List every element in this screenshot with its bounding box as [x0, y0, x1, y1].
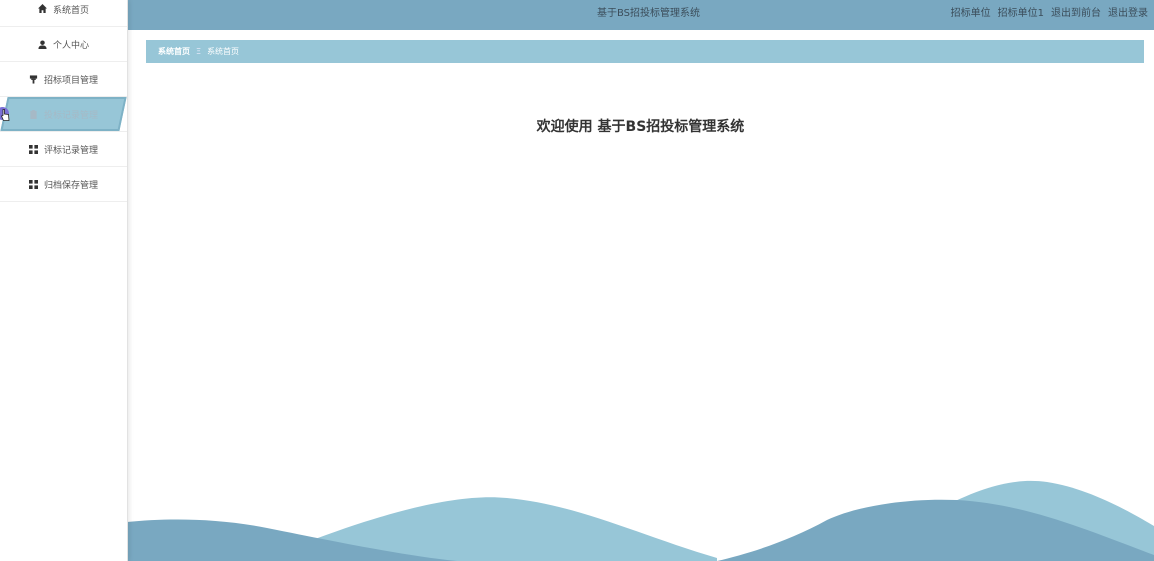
- breadcrumb-separator: Ξ: [196, 47, 202, 56]
- sidebar-item-archive[interactable]: 归档保存管理: [0, 167, 127, 202]
- sidebar-item-label: 招标项目管理: [43, 75, 98, 86]
- sidebar-item-evaluation-records[interactable]: 评标记录管理: [0, 132, 127, 167]
- sidebar-item-label: 评标记录管理: [43, 145, 98, 156]
- sidebar-item-profile[interactable]: 个人中心: [0, 27, 127, 62]
- breadcrumb-home-link[interactable]: 系统首页: [158, 46, 190, 57]
- logout-link[interactable]: 退出登录: [1108, 4, 1148, 19]
- top-header: 基于BS招投标管理系统 招标单位 招标单位1 退出到前台 退出登录: [127, 0, 1154, 32]
- sidebar-item-label: 投标记录管理: [43, 110, 98, 121]
- sidebar-item-bid-projects[interactable]: 招标项目管理: [0, 62, 127, 97]
- decorative-waves: [127, 480, 1154, 561]
- user-role: 招标单位: [950, 8, 991, 19]
- welcome-message: 欢迎使用 基于BS招投标管理系统: [536, 119, 745, 135]
- sidebar-item-bid-records[interactable]: 投标记录管理: [0, 97, 127, 132]
- breadcrumb-current: 系统首页: [207, 47, 240, 56]
- app-title: 基于BS招投标管理系统: [597, 8, 701, 19]
- front-page-link[interactable]: 退出到前台: [1051, 4, 1101, 19]
- grid-icon: [29, 144, 39, 154]
- clipboard-icon: [29, 109, 39, 119]
- sidebar-item-home[interactable]: 系统首页: [0, 0, 127, 27]
- sidebar-item-label: 系统首页: [52, 6, 89, 16]
- hand-cursor-icon: [0, 109, 10, 121]
- gavel-icon: [29, 74, 39, 84]
- sidebar: 系统首页 个人中心 招标项目管理 投标记录管理 评标记录管理 归档保存管理: [0, 0, 128, 561]
- grid-icon: [29, 179, 39, 189]
- sidebar-item-label: 个人中心: [52, 40, 89, 51]
- breadcrumb: 系统首页 Ξ 系统首页: [146, 40, 1144, 63]
- home-icon: [38, 3, 48, 13]
- sidebar-item-label: 归档保存管理: [43, 180, 98, 191]
- header-user-area: 招标单位 招标单位1 退出到前台 退出登录: [951, 4, 1148, 19]
- user-name: 招标单位1: [997, 8, 1044, 19]
- user-icon: [38, 39, 48, 49]
